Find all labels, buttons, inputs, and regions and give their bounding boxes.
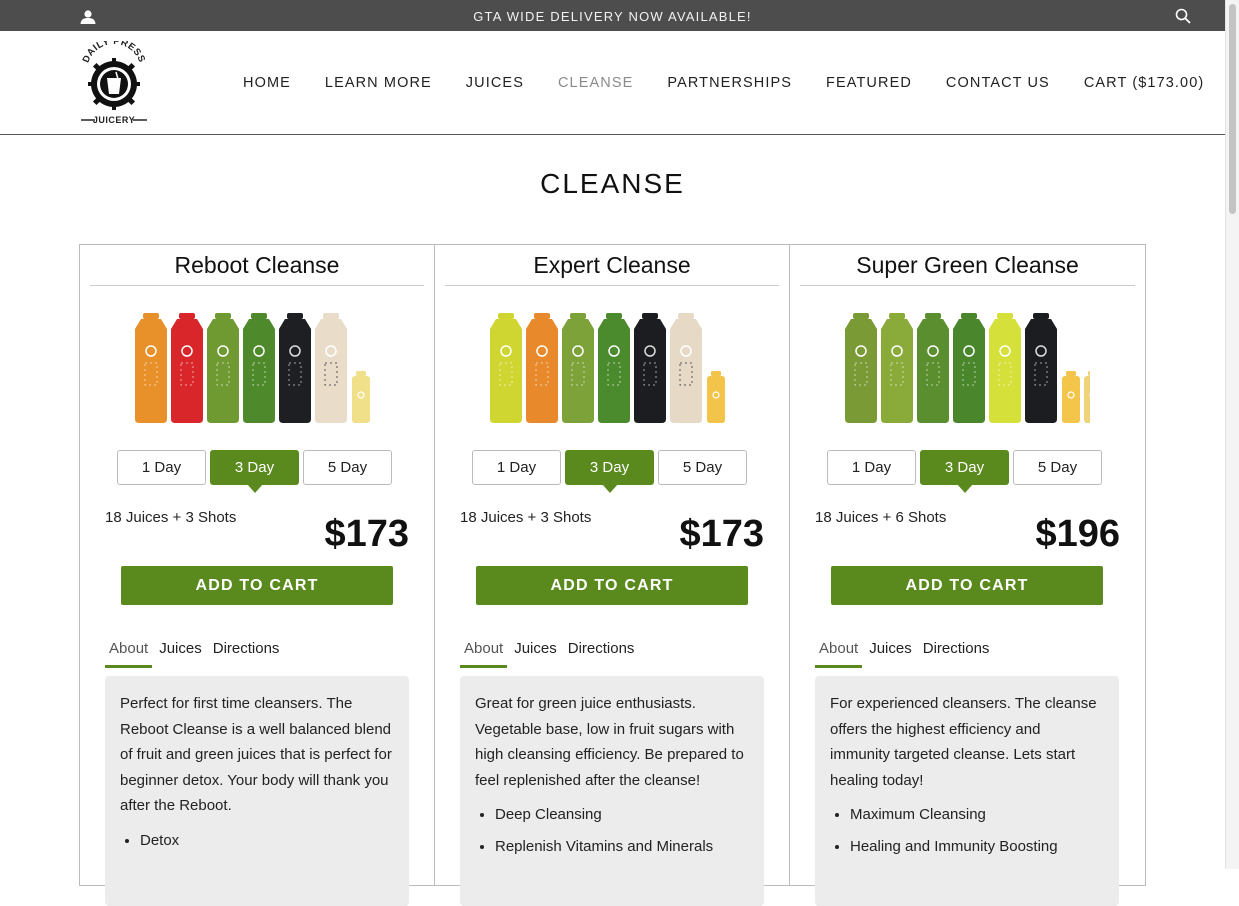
day-selector: 1 Day 3 Day 5 Day — [827, 450, 1102, 493]
juice-bottle — [845, 313, 877, 423]
add-to-cart-button[interactable]: ADD TO CART — [831, 566, 1103, 605]
info-tabs: About Juices Directions — [105, 640, 283, 668]
product-image — [845, 313, 1090, 423]
feature-list: Detox — [120, 825, 394, 857]
tab-about[interactable]: About — [460, 640, 508, 668]
about-panel: Great for green juice enthusiasts. Veget… — [460, 676, 764, 906]
contents-text: 18 Juices + 3 Shots — [105, 509, 237, 526]
logo[interactable]: DAILY PRESS JUICERY — [79, 41, 149, 125]
juice-bottle — [670, 313, 702, 423]
day-option-1[interactable]: 1 Day — [117, 450, 206, 485]
juice-bottle — [562, 313, 594, 423]
day-selector: 1 Day 3 Day 5 Day — [472, 450, 747, 493]
day-option-3[interactable]: 3 Day — [565, 450, 654, 493]
main-nav: HOME LEARN MORE JUICES CLEANSE PARTNERSH… — [243, 75, 1204, 91]
product-image — [135, 313, 370, 423]
add-to-cart-button[interactable]: ADD TO CART — [476, 566, 748, 605]
juice-bottle — [989, 313, 1021, 423]
feature-list: Maximum Cleansing Healing and Immunity B… — [830, 799, 1104, 863]
nav-contact-us[interactable]: CONTACT US — [946, 75, 1050, 91]
cleanse-name: Expert Cleanse — [445, 251, 779, 286]
nav-juices[interactable]: JUICES — [466, 75, 524, 91]
day-option-5[interactable]: 5 Day — [303, 450, 392, 485]
juice-shot — [1084, 371, 1090, 423]
about-text: For experienced cleansers. The cleanse o… — [830, 695, 1097, 789]
price: $173 — [679, 513, 764, 555]
announcement-bar: GTA WIDE DELIVERY NOW AVAILABLE! — [0, 0, 1225, 31]
nav-featured[interactable]: FEATURED — [826, 75, 912, 91]
nav-partnerships[interactable]: PARTNERSHIPS — [667, 75, 792, 91]
tab-juices[interactable]: Juices — [865, 640, 916, 668]
cleanse-card: Reboot Cleanse 1 Day 3 Day 5 Day 18 Juic… — [80, 245, 435, 906]
add-to-cart-button[interactable]: ADD TO CART — [121, 566, 393, 605]
info-tabs: About Juices Directions — [460, 640, 638, 668]
cleanse-card: Super Green Cleanse 1 Day 3 Day 5 Day 18… — [790, 245, 1145, 906]
tab-juices[interactable]: Juices — [510, 640, 561, 668]
juice-bottle — [171, 313, 203, 423]
tab-directions[interactable]: Directions — [209, 640, 284, 668]
price: $196 — [1035, 513, 1120, 555]
site-header: DAILY PRESS JUICERY HOME LEARN MORE JUIC… — [0, 31, 1225, 135]
list-item: Maximum Cleansing — [850, 799, 1104, 831]
list-item: Healing and Immunity Boosting — [850, 831, 1104, 863]
info-tabs: About Juices Directions — [815, 640, 993, 668]
nav-cart[interactable]: CART ($173.00) — [1084, 75, 1204, 91]
tab-directions[interactable]: Directions — [919, 640, 994, 668]
day-option-3[interactable]: 3 Day — [920, 450, 1009, 493]
juice-shot — [707, 371, 725, 423]
juice-bottle — [598, 313, 630, 423]
day-option-1[interactable]: 1 Day — [472, 450, 561, 485]
list-item: Deep Cleansing — [495, 799, 749, 831]
juice-bottle — [135, 313, 167, 423]
search-icon[interactable] — [1175, 8, 1191, 24]
price: $173 — [324, 513, 409, 555]
nav-home[interactable]: HOME — [243, 75, 291, 91]
tab-juices[interactable]: Juices — [155, 640, 206, 668]
svg-text:JUICERY: JUICERY — [93, 115, 135, 125]
contents-text: 18 Juices + 6 Shots — [815, 509, 947, 526]
announcement-text: GTA WIDE DELIVERY NOW AVAILABLE! — [473, 9, 752, 24]
nav-cleanse[interactable]: CLEANSE — [558, 75, 633, 91]
juice-bottle — [490, 313, 522, 423]
nav-learn-more[interactable]: LEARN MORE — [325, 75, 432, 91]
day-option-3[interactable]: 3 Day — [210, 450, 299, 493]
juice-bottle — [279, 313, 311, 423]
juice-bottle — [634, 313, 666, 423]
juice-bottle — [243, 313, 275, 423]
tab-directions[interactable]: Directions — [564, 640, 639, 668]
day-option-5[interactable]: 5 Day — [658, 450, 747, 485]
cleanse-card: Expert Cleanse 1 Day 3 Day 5 Day 18 Juic… — [435, 245, 790, 906]
tab-about[interactable]: About — [105, 640, 153, 668]
scrollbar-thumb[interactable] — [1229, 4, 1236, 214]
about-panel: Perfect for first time cleansers. The Re… — [105, 676, 409, 906]
cleanse-name: Super Green Cleanse — [800, 251, 1135, 286]
day-option-1[interactable]: 1 Day — [827, 450, 916, 485]
list-item: Detox — [140, 825, 394, 857]
tab-about[interactable]: About — [815, 640, 863, 668]
juice-shot — [1062, 371, 1080, 423]
about-text: Perfect for first time cleansers. The Re… — [120, 695, 392, 814]
juice-shot — [352, 371, 370, 423]
day-selector: 1 Day 3 Day 5 Day — [117, 450, 392, 493]
juice-bottle — [315, 313, 347, 423]
juice-bottle — [207, 313, 239, 423]
juice-bottle — [881, 313, 913, 423]
page-title: CLEANSE — [540, 168, 685, 199]
juice-bottle — [953, 313, 985, 423]
scrollbar[interactable] — [1225, 0, 1239, 869]
cleanse-name: Reboot Cleanse — [90, 251, 424, 286]
product-image — [490, 313, 725, 423]
juice-bottle — [917, 313, 949, 423]
cleanse-grid: Reboot Cleanse 1 Day 3 Day 5 Day 18 Juic… — [79, 244, 1146, 906]
contents-text: 18 Juices + 3 Shots — [460, 509, 592, 526]
about-text: Great for green juice enthusiasts. Veget… — [475, 695, 744, 789]
feature-list: Deep Cleansing Replenish Vitamins and Mi… — [475, 799, 749, 863]
juice-bottle — [1025, 313, 1057, 423]
day-option-5[interactable]: 5 Day — [1013, 450, 1102, 485]
about-panel: For experienced cleansers. The cleanse o… — [815, 676, 1119, 906]
juice-bottle — [526, 313, 558, 423]
list-item: Replenish Vitamins and Minerals — [495, 831, 749, 863]
